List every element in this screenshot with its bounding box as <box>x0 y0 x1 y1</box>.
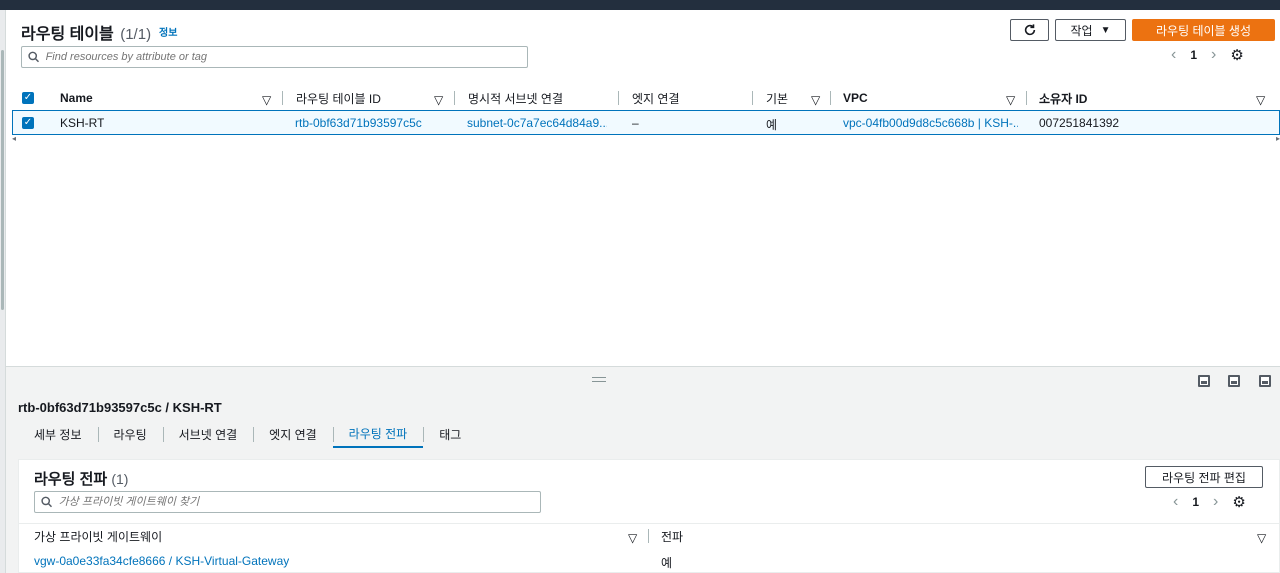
selection-count: (1/1) <box>120 26 152 43</box>
cell-name: KSH-RT <box>60 116 105 130</box>
panel-title: 라우팅 전파 (1) <box>34 468 128 489</box>
scrollbar-thumb[interactable] <box>1 50 4 310</box>
row-checkbox[interactable]: ✓ <box>22 117 34 129</box>
tab-details[interactable]: 세부 정보 <box>18 420 98 448</box>
column-divider[interactable] <box>282 91 283 105</box>
search-icon <box>28 51 40 63</box>
sort-icon[interactable]: ▽ <box>1257 531 1266 545</box>
detail-panel: rtb-0bf63d71b93597c5c / KSH-RT 세부 정보 라우팅… <box>6 396 1280 573</box>
prev-page-icon[interactable]: ‹ <box>1171 46 1176 64</box>
cell-route-table-id-link[interactable]: rtb-0bf63d71b93597c5c <box>295 116 422 130</box>
column-header-owner[interactable]: 소유자 ID <box>1039 86 1087 110</box>
column-header-route-table-id[interactable]: 라우팅 테이블 ID <box>296 86 381 110</box>
detail-tabs: 세부 정보 라우팅 서브넷 연결 엣지 연결 라우팅 전파 태그 <box>18 420 477 448</box>
tab-routes[interactable]: 라우팅 <box>97 420 163 448</box>
panel-count: (1) <box>111 471 129 487</box>
search-input[interactable] <box>45 51 527 63</box>
column-header-propagate[interactable]: 전파 <box>661 524 683 548</box>
tab-edge-associations[interactable]: 엣지 연결 <box>253 420 333 448</box>
column-header-vpc[interactable]: VPC <box>843 86 868 110</box>
split-panel-divider[interactable] <box>6 366 1280 396</box>
column-header-name[interactable]: Name <box>60 86 93 110</box>
route-table-list: 라우팅 테이블 (1/1) 정보 작업 ▼ 라우팅 테이블 생성 ‹ 1 › ⚙… <box>6 10 1280 366</box>
table-header: ✓ Name ▽ 라우팅 테이블 ID ▽ 명시적 서브넷 연결 엣지 연결 기… <box>12 86 1280 110</box>
horizontal-scrollbar[interactable]: ◂ ▸ <box>12 134 1280 146</box>
current-page[interactable]: 1 <box>1192 495 1199 509</box>
select-all-checkbox[interactable]: ✓ <box>22 92 34 104</box>
column-divider[interactable] <box>454 91 455 105</box>
column-header-edge[interactable]: 엣지 연결 <box>632 86 680 110</box>
edit-route-propagation-button[interactable]: 라우팅 전파 편집 <box>1145 466 1263 488</box>
gateway-search-input[interactable] <box>58 496 540 508</box>
sort-icon[interactable]: ▽ <box>628 531 637 545</box>
page-title: 라우팅 테이블 (1/1) <box>21 20 151 44</box>
table-row[interactable]: vgw-0a0e33fa34cfe8666 / KSH-Virtual-Gate… <box>19 549 1279 571</box>
cell-propagate: 예 <box>661 556 673 570</box>
pagination: ‹ 1 › ⚙ <box>1173 493 1246 511</box>
current-page[interactable]: 1 <box>1190 48 1197 62</box>
cell-gateway-link[interactable]: vgw-0a0e33fa34cfe8666 / KSH-Virtual-Gate… <box>34 554 289 568</box>
cell-vpc-link[interactable]: vpc-04fb00d9d8c5c668b | KSH-... <box>843 116 1018 130</box>
table-row[interactable]: ✓ KSH-RT rtb-0bf63d71b93597c5c subnet-0c… <box>12 110 1280 135</box>
search-icon <box>41 496 53 508</box>
gear-icon[interactable]: ⚙ <box>1230 46 1243 64</box>
route-propagation-panel: 라우팅 전파 (1) 라우팅 전파 편집 ‹ 1 › ⚙ 가상 프라이빗 게이트… <box>18 459 1280 573</box>
sort-icon[interactable]: ▽ <box>1256 93 1265 107</box>
resource-search[interactable] <box>21 46 528 68</box>
sort-icon[interactable]: ▽ <box>262 93 271 107</box>
gear-icon[interactable]: ⚙ <box>1232 493 1245 511</box>
column-header-gateway[interactable]: 가상 프라이빗 게이트웨이 <box>34 524 162 548</box>
tab-tags[interactable]: 태그 <box>423 420 477 448</box>
create-route-table-button[interactable]: 라우팅 테이블 생성 <box>1132 19 1275 41</box>
column-header-subnet[interactable]: 명시적 서브넷 연결 <box>468 86 563 110</box>
pagination: ‹ 1 › ⚙ <box>1171 46 1244 64</box>
scroll-left-icon[interactable]: ◂ <box>12 134 16 143</box>
column-divider[interactable] <box>830 91 831 105</box>
tab-route-propagation[interactable]: 라우팅 전파 <box>332 420 424 448</box>
split-side-icon[interactable] <box>1228 375 1240 387</box>
cell-subnet-link[interactable]: subnet-0c7a7ec64d84a9... <box>467 116 607 130</box>
drag-handle-icon[interactable] <box>592 377 606 382</box>
scroll-right-icon[interactable]: ▸ <box>1276 134 1280 143</box>
cell-main: 예 <box>766 118 778 132</box>
next-page-icon[interactable]: › <box>1211 46 1216 64</box>
sort-icon[interactable]: ▽ <box>1006 93 1015 107</box>
sort-icon[interactable]: ▽ <box>434 93 443 107</box>
info-link[interactable]: 정보 <box>159 24 177 39</box>
cell-edge: – <box>632 116 639 130</box>
column-divider[interactable] <box>1026 91 1027 105</box>
actions-dropdown[interactable]: 작업 ▼ <box>1055 19 1126 41</box>
next-page-icon[interactable]: › <box>1213 493 1218 511</box>
detail-title: rtb-0bf63d71b93597c5c / KSH-RT <box>18 400 222 415</box>
actions-label: 작업 <box>1070 23 1093 38</box>
cell-owner: 007251841392 <box>1039 116 1120 130</box>
table-header: 가상 프라이빗 게이트웨이 ▽ 전파 ▽ <box>19 523 1279 547</box>
panel-title-text: 라우팅 전파 <box>34 471 108 488</box>
column-header-main[interactable]: 기본 <box>766 86 788 110</box>
split-bottom-icon[interactable] <box>1198 375 1210 387</box>
gateway-search[interactable] <box>34 491 541 513</box>
top-bar <box>0 0 1280 10</box>
split-full-icon[interactable] <box>1259 375 1271 387</box>
tab-subnet-associations[interactable]: 서브넷 연결 <box>162 420 254 448</box>
sort-icon[interactable]: ▽ <box>811 93 820 107</box>
column-divider[interactable] <box>648 529 649 543</box>
column-divider[interactable] <box>618 91 619 105</box>
page-title-text: 라우팅 테이블 <box>21 26 114 43</box>
refresh-button[interactable] <box>1010 19 1049 41</box>
column-divider[interactable] <box>752 91 753 105</box>
refresh-icon <box>1024 24 1035 36</box>
prev-page-icon[interactable]: ‹ <box>1173 493 1178 511</box>
caret-down-icon: ▼ <box>1100 24 1111 36</box>
